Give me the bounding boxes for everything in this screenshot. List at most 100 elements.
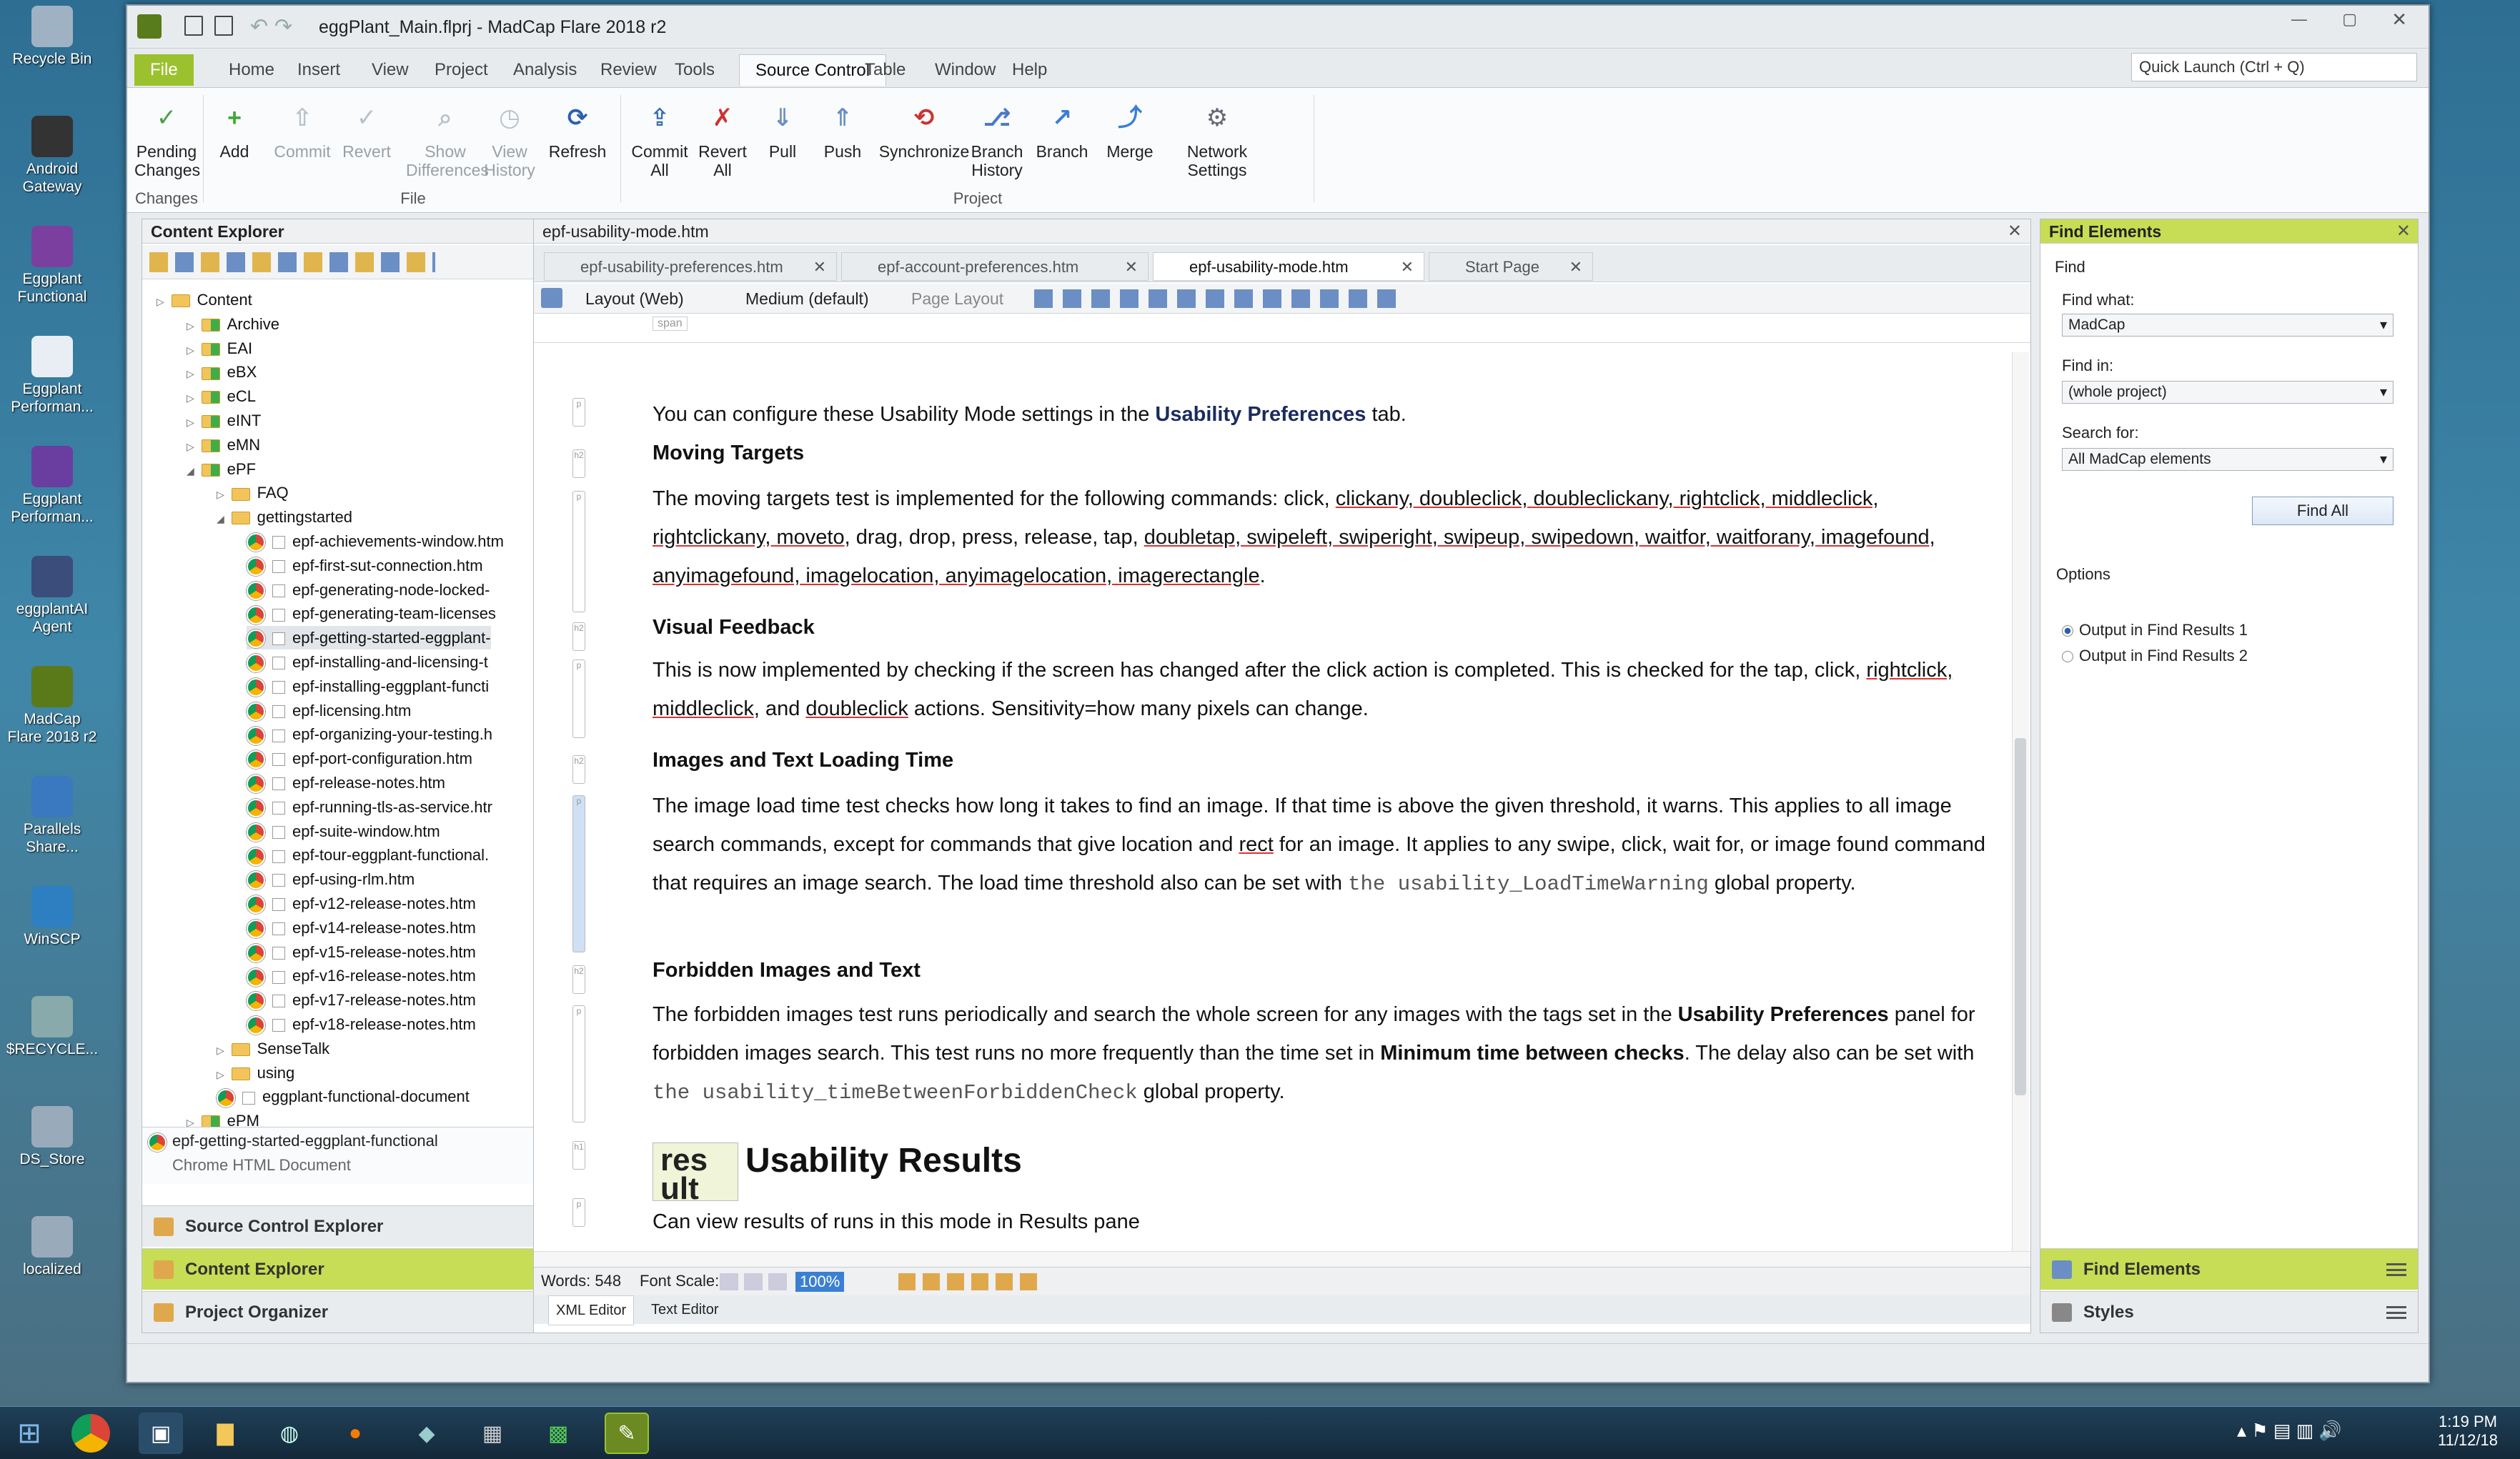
text-editor-tab[interactable]: Text Editor bbox=[644, 1295, 725, 1324]
menu-icon[interactable] bbox=[2386, 1263, 2406, 1276]
expander-icon[interactable]: ▷ bbox=[217, 1045, 227, 1056]
tree-file[interactable]: epf-port-configuration.htm bbox=[247, 747, 472, 770]
tree-file[interactable]: epf-installing-and-licensing-t bbox=[247, 650, 488, 674]
save-icon[interactable] bbox=[184, 16, 203, 36]
app4-icon[interactable]: ▦ bbox=[470, 1413, 515, 1454]
expander-icon[interactable]: ▷ bbox=[187, 441, 197, 452]
zoom-buttons[interactable] bbox=[720, 1273, 788, 1290]
close-tab-icon[interactable]: ✕ bbox=[1401, 253, 1414, 282]
ribbon-tab-help[interactable]: Help bbox=[996, 54, 1063, 86]
minimize-button[interactable]: — bbox=[2291, 10, 2307, 29]
tab-usability-preferences[interactable]: epf-usability-preferences.htm ✕ bbox=[544, 252, 837, 281]
app2-icon[interactable]: ◍ bbox=[267, 1413, 312, 1454]
desktop-icon[interactable]: Eggplant Functional bbox=[6, 226, 99, 306]
revert-all-button[interactable]: ✗ Revert All bbox=[690, 96, 755, 179]
view-history-button[interactable]: ◷ View History bbox=[477, 96, 542, 179]
tray-icons[interactable]: ▴ ⚑ ▤ ▥ 🔊 bbox=[2237, 1420, 2342, 1442]
tree-file[interactable]: epf-achievements-window.htm bbox=[247, 529, 504, 553]
tree-folder[interactable]: ▷ SenseTalk bbox=[217, 1037, 329, 1060]
close-editor-icon[interactable]: ✕ bbox=[2008, 221, 2022, 241]
close-tab-icon[interactable]: ✕ bbox=[1125, 253, 1138, 282]
tree-folder[interactable]: ▷ eCL bbox=[187, 384, 256, 408]
page-layout-dropdown[interactable]: Page Layout bbox=[911, 289, 1003, 309]
close-tab-icon[interactable]: ✕ bbox=[813, 253, 826, 282]
xml-editor-tab[interactable]: XML Editor bbox=[548, 1295, 635, 1325]
expander-icon[interactable]: ▷ bbox=[187, 417, 197, 428]
desktop-icon[interactable]: $RECYCLE... bbox=[6, 996, 99, 1058]
output-results-1-radio[interactable]: Output in Find Results 1 bbox=[2062, 621, 2248, 639]
show-differences-button[interactable]: ⌕ Show Differences bbox=[406, 96, 489, 179]
tree-file[interactable]: eggplant-functional-document bbox=[217, 1085, 470, 1108]
medium-dropdown[interactable]: Medium (default) bbox=[745, 289, 869, 309]
tree-folder[interactable]: ▷ EAI bbox=[187, 337, 252, 360]
undo-icon[interactable]: ↶ bbox=[250, 14, 268, 39]
tree-file[interactable]: epf-running-tls-as-service.htr bbox=[247, 795, 492, 819]
expander-icon[interactable]: ◢ bbox=[217, 513, 227, 524]
tab-usability-mode[interactable]: epf-usability-mode.htm ✕ bbox=[1153, 252, 1424, 281]
zoom-level[interactable]: 100% bbox=[795, 1272, 845, 1292]
tree-folder[interactable]: ▷ using bbox=[217, 1061, 294, 1085]
revert-button[interactable]: ✓ Revert bbox=[334, 96, 399, 161]
tree-file[interactable]: epf-release-notes.htm bbox=[247, 771, 445, 795]
view-mode-buttons[interactable] bbox=[898, 1273, 1041, 1290]
push-button[interactable]: ⇑ Push bbox=[818, 96, 868, 161]
save-all-icon[interactable] bbox=[214, 16, 233, 36]
branch-button[interactable]: ↗ Branch bbox=[1033, 96, 1091, 161]
tree-file[interactable]: epf-suite-window.htm bbox=[247, 820, 440, 843]
desktop-icon[interactable]: Eggplant Performan... bbox=[6, 446, 99, 526]
ribbon-tab-tools[interactable]: Tools bbox=[659, 54, 730, 86]
find-all-button[interactable]: Find All bbox=[2252, 497, 2393, 525]
tree-file[interactable]: epf-v12-release-notes.htm bbox=[247, 892, 476, 915]
expander-icon[interactable]: ▷ bbox=[157, 296, 167, 307]
ribbon-tab-project[interactable]: Project bbox=[419, 54, 504, 86]
tree-file[interactable]: epf-v16-release-notes.htm bbox=[247, 964, 476, 987]
format-toolbar-icons[interactable] bbox=[1034, 289, 1406, 308]
merge-button[interactable]: ⤴ Merge bbox=[1098, 96, 1162, 161]
editor-scroll-thumb[interactable] bbox=[2015, 738, 2026, 1095]
tree-file[interactable]: epf-organizing-your-testing.h bbox=[247, 722, 492, 746]
desktop-icon[interactable]: eggplantAI Agent bbox=[6, 556, 99, 636]
styles-tab[interactable]: Styles bbox=[2040, 1291, 2418, 1333]
tree-file[interactable]: epf-using-rlm.htm bbox=[247, 867, 415, 891]
maximize-button[interactable]: ▢ bbox=[2342, 10, 2357, 29]
tree-file[interactable]: epf-v17-release-notes.htm bbox=[247, 988, 476, 1012]
ribbon-tab-home[interactable]: Home bbox=[213, 54, 290, 86]
expander-icon[interactable]: ▷ bbox=[187, 392, 197, 404]
ribbon-tab-table[interactable]: Table bbox=[849, 54, 921, 86]
redo-icon[interactable]: ↷ bbox=[274, 14, 292, 39]
usability-preferences-link[interactable]: Usability Preferences bbox=[1155, 403, 1366, 426]
expander-icon[interactable]: ▷ bbox=[217, 489, 227, 500]
branch-history-button[interactable]: ⎇ Branch History bbox=[958, 96, 1036, 179]
pending-changes-button[interactable]: ✓ Pending Changes bbox=[134, 96, 200, 179]
app-icon[interactable]: ▣ bbox=[139, 1413, 183, 1454]
editor-scrollbar[interactable] bbox=[2012, 352, 2029, 1274]
tree-file[interactable]: epf-installing-eggplant-functi bbox=[247, 674, 489, 698]
app3-icon[interactable]: ◆ bbox=[405, 1413, 449, 1454]
tree-folder[interactable]: ▷ eMN bbox=[187, 433, 260, 457]
expander-icon[interactable]: ◢ bbox=[187, 465, 197, 477]
tab-account-preferences[interactable]: epf-account-preferences.htm ✕ bbox=[841, 252, 1149, 281]
desktop-icon[interactable]: WinSCP bbox=[6, 886, 99, 948]
commit-all-button[interactable]: ⇪ Commit All bbox=[627, 96, 692, 179]
search-for-select[interactable]: All MadCap elements bbox=[2062, 448, 2393, 471]
tree-file[interactable]: epf-v14-release-notes.htm bbox=[247, 916, 476, 940]
desktop-icon[interactable]: Android Gateway bbox=[6, 116, 99, 196]
tree-file[interactable]: epf-first-sut-connection.htm bbox=[247, 554, 483, 577]
firefox-icon[interactable]: ● bbox=[333, 1413, 377, 1454]
refresh-button[interactable]: ⟳ Refresh bbox=[542, 96, 613, 161]
close-tab-icon[interactable]: ✕ bbox=[1569, 253, 1582, 282]
find-what-select[interactable]: MadCap bbox=[2062, 314, 2393, 337]
clock[interactable]: 1:19 PM 11/12/18 bbox=[2429, 1413, 2507, 1450]
tree-file[interactable]: epf-v15-release-notes.htm bbox=[247, 940, 476, 964]
output-results-2-radio[interactable]: Output in Find Results 2 bbox=[2062, 647, 2248, 665]
desktop-icon[interactable]: MadCap Flare 2018 r2 bbox=[6, 666, 99, 746]
ribbon-tab-insert[interactable]: Insert bbox=[282, 54, 356, 86]
menu-icon[interactable] bbox=[2386, 1306, 2406, 1319]
close-find-icon[interactable]: ✕ bbox=[2396, 221, 2411, 241]
tree-file[interactable]: epf-licensing.htm bbox=[247, 699, 411, 722]
expander-icon[interactable]: ▷ bbox=[187, 344, 197, 356]
view-icon[interactable] bbox=[541, 288, 562, 308]
desktop-icon[interactable]: Eggplant Performan... bbox=[6, 336, 99, 416]
file-explorer-icon[interactable]: ▇ bbox=[203, 1413, 247, 1454]
find-in-select[interactable]: (whole project) bbox=[2062, 381, 2393, 404]
